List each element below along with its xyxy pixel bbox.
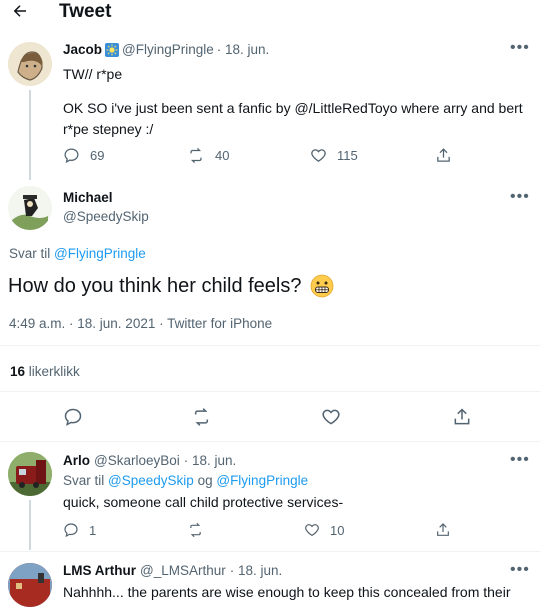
- like-button[interactable]: [321, 407, 341, 427]
- main-tweet-text: How do you think her child feels?: [8, 274, 302, 297]
- like-count: 115: [337, 148, 358, 163]
- tweet1-text-line2: OK SO i've just been sent a fanfic by @/…: [63, 100, 523, 116]
- author-handle[interactable]: @SpeedySkip: [63, 209, 149, 224]
- header: Tweet: [0, 0, 540, 26]
- like-button[interactable]: 115: [310, 147, 358, 164]
- grimacing-face-icon: [310, 274, 334, 298]
- tweet1-header: Jacob @FlyingPringle · 18. jun.: [63, 42, 269, 57]
- author-name[interactable]: Jacob: [63, 42, 102, 57]
- likes-summary[interactable]: 16 likerklikk: [10, 364, 80, 379]
- likes-count: 16: [10, 364, 26, 379]
- author-name[interactable]: LMS Arthur: [63, 563, 136, 578]
- likes-label: likerklikk: [28, 364, 80, 379]
- avatar-jacob[interactable]: [8, 42, 52, 86]
- reply-prefix: Svar til: [63, 473, 105, 488]
- author-name[interactable]: Arlo: [63, 453, 90, 468]
- reply1-header: Arlo @SkarloeyBoi · 18. jun.: [63, 453, 236, 468]
- tweet-date[interactable]: · 18. jun.: [230, 563, 283, 578]
- divider: [0, 441, 540, 442]
- reply2-header: LMS Arthur @_LMSArthur · 18. jun.: [63, 563, 282, 578]
- reply-button[interactable]: 1: [63, 522, 96, 538]
- retweet-button[interactable]: [191, 407, 212, 427]
- thread-line: [29, 90, 31, 180]
- more-icon[interactable]: •••: [510, 451, 530, 469]
- share-button[interactable]: [452, 407, 472, 427]
- author-handle[interactable]: @SkarloeyBoi: [94, 453, 180, 468]
- reply1-text: quick, someone call child protective ser…: [63, 494, 344, 510]
- like-icon: [321, 407, 341, 427]
- author-name[interactable]: Michael: [63, 190, 113, 205]
- retweet-icon: [187, 522, 204, 538]
- divider: [0, 551, 540, 552]
- reply-and: og: [197, 473, 213, 488]
- author-handle[interactable]: @FlyingPringle: [122, 42, 214, 57]
- reply-button[interactable]: 69: [63, 147, 104, 164]
- reply-to-link[interactable]: @FlyingPringle: [216, 473, 308, 488]
- page-title: Tweet: [59, 1, 112, 22]
- back-arrow-icon[interactable]: [11, 2, 29, 20]
- retweet-icon: [187, 147, 205, 164]
- reply-count: 1: [89, 522, 97, 538]
- reply-icon: [63, 407, 83, 427]
- more-icon[interactable]: •••: [510, 39, 530, 57]
- divider: [0, 391, 540, 392]
- reply-to-link[interactable]: @SpeedySkip: [108, 473, 194, 488]
- reply-context: Svar til @SpeedySkip og @FlyingPringle: [63, 473, 308, 488]
- share-icon: [452, 407, 472, 427]
- share-icon: [435, 522, 451, 538]
- avatar-michael[interactable]: [8, 186, 52, 230]
- like-icon: [310, 147, 327, 164]
- tweet-meta[interactable]: 4:49 a.m. · 18. jun. 2021 · Twitter for …: [9, 316, 272, 331]
- reply-context: Svar til @FlyingPringle: [9, 246, 146, 261]
- retweet-icon: [191, 407, 212, 427]
- reply2-text: Nahhhh... the parents are wise enough to…: [63, 584, 511, 600]
- tweet1-text-line3: r*pe stepney :/: [63, 121, 154, 137]
- retweet-count: 40: [215, 148, 230, 163]
- more-icon[interactable]: •••: [510, 561, 530, 579]
- divider: [0, 345, 540, 346]
- like-button[interactable]: 10: [304, 522, 344, 538]
- reply-icon: [63, 522, 79, 538]
- tweet-date[interactable]: · 18. jun.: [217, 42, 270, 57]
- tweet-text: How do you think her child feels?: [8, 274, 334, 298]
- reply-count: 69: [90, 148, 105, 163]
- tweet-date[interactable]: · 18. jun.: [184, 453, 237, 468]
- retweet-button[interactable]: 40: [187, 147, 229, 164]
- avatar-lms-arthur[interactable]: [8, 563, 52, 607]
- avatar-arlo[interactable]: [8, 452, 52, 496]
- reply-icon: [63, 147, 80, 164]
- reply-to-link[interactable]: @FlyingPringle: [54, 246, 146, 261]
- tweet1-text-line1: TW// r*pe: [63, 66, 123, 82]
- share-button[interactable]: [435, 522, 451, 538]
- more-icon[interactable]: •••: [510, 188, 530, 206]
- reply-button[interactable]: [63, 407, 83, 427]
- thread-line: [29, 500, 31, 550]
- reply-prefix: Svar til: [9, 246, 51, 261]
- like-count: 10: [330, 522, 345, 538]
- share-icon: [435, 147, 452, 164]
- share-button[interactable]: [435, 147, 452, 164]
- verified-sun-icon: [105, 42, 120, 57]
- like-icon: [304, 522, 320, 538]
- retweet-button[interactable]: [187, 522, 204, 538]
- author-handle[interactable]: @_LMSArthur: [140, 563, 226, 578]
